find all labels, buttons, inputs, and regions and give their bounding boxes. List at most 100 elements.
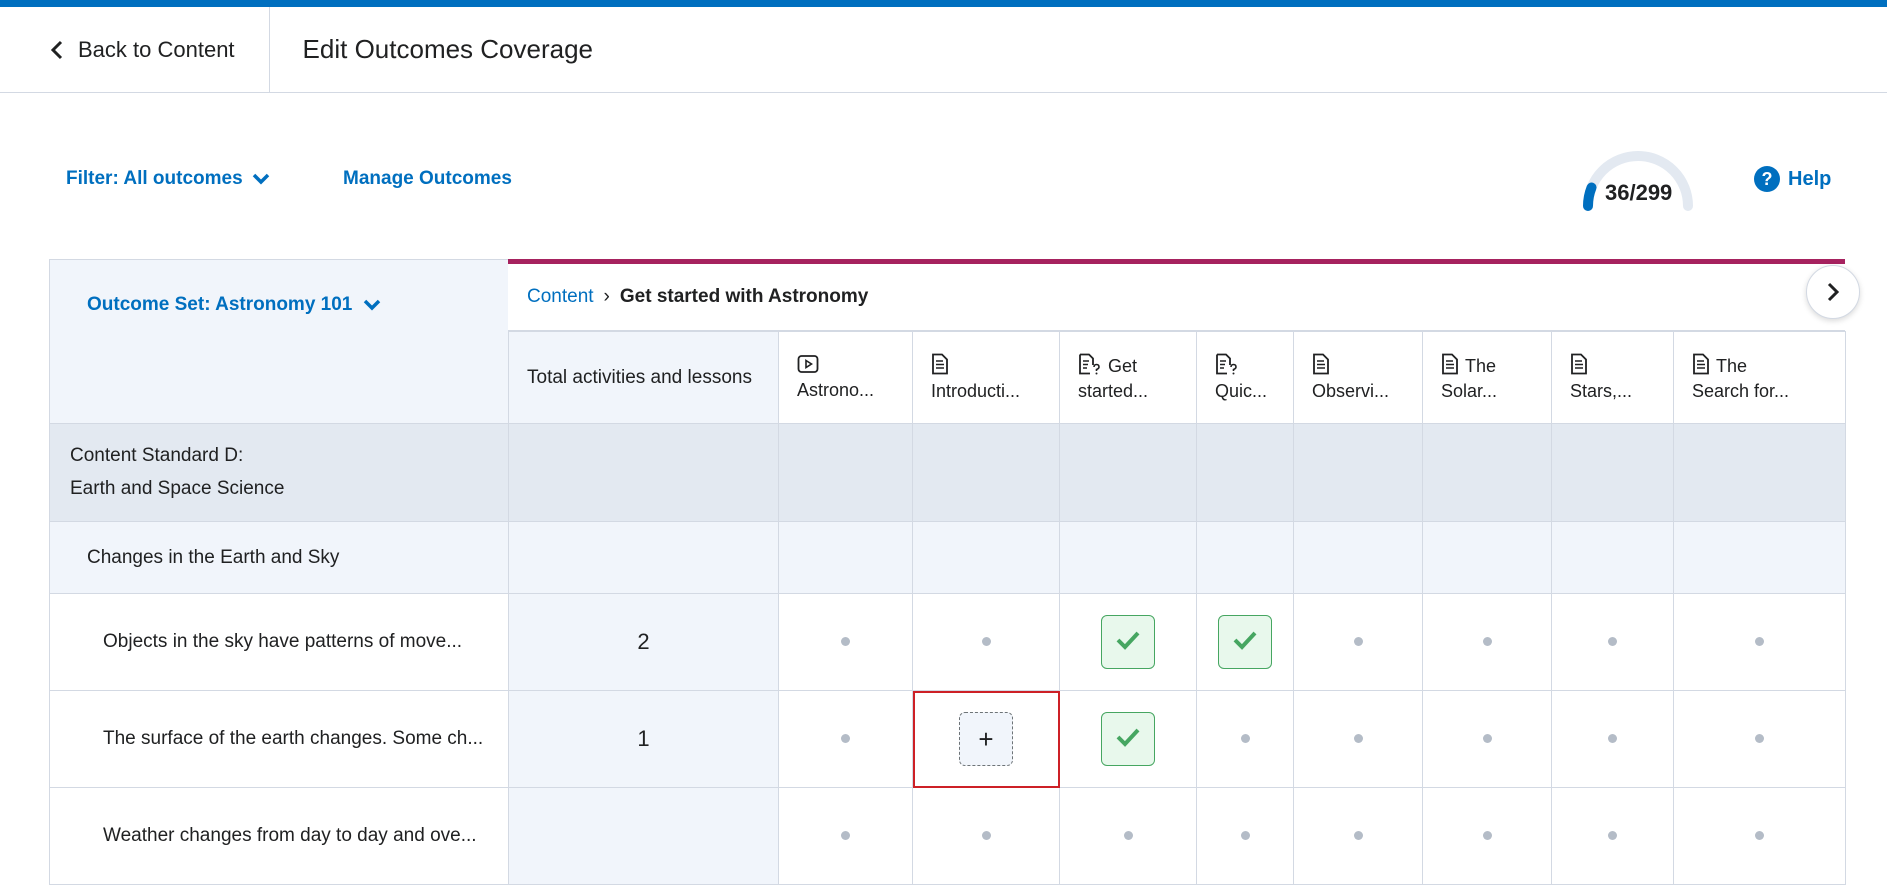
subgroup-cell bbox=[912, 521, 1060, 594]
activity-column-header[interactable]: The Solar... bbox=[1422, 331, 1552, 424]
add-alignment-button[interactable]: + bbox=[959, 712, 1013, 766]
breadcrumb-content-link[interactable]: Content bbox=[527, 286, 594, 308]
back-label: Back to Content bbox=[78, 36, 235, 62]
page-title: Edit Outcomes Coverage bbox=[302, 34, 594, 64]
activity-column-header[interactable]: The Search for... bbox=[1673, 331, 1846, 424]
empty-dot bbox=[1608, 734, 1617, 743]
coverage-cell[interactable] bbox=[1293, 690, 1423, 788]
plus-icon: + bbox=[978, 723, 994, 754]
activity-column-header[interactable]: Astrono... bbox=[778, 331, 913, 424]
activity-column-header[interactable]: Introducti... bbox=[912, 331, 1060, 424]
filter-dropdown[interactable]: Filter: All outcomes bbox=[66, 168, 271, 190]
empty-dot bbox=[1240, 734, 1250, 743]
coverage-cell[interactable] bbox=[1196, 593, 1294, 691]
aligned-check-button[interactable] bbox=[1218, 615, 1272, 669]
subgroup-cell bbox=[778, 521, 913, 594]
standard-group-line1: Content Standard D: bbox=[70, 445, 244, 467]
quiz-icon bbox=[1078, 353, 1102, 381]
outcome-set-dropdown[interactable]: Outcome Set: Astronomy 101 bbox=[87, 294, 382, 316]
activity-title-line2: Introducti... bbox=[931, 381, 1021, 401]
activity-title-line2: Observi... bbox=[1312, 381, 1390, 401]
checkmark-icon bbox=[1232, 630, 1258, 655]
checkmark-icon bbox=[1115, 630, 1141, 655]
total-activities-header: Total activities and lessons bbox=[508, 331, 779, 424]
standard-group-line2: Earth and Space Science bbox=[70, 477, 285, 499]
empty-dot bbox=[1755, 637, 1764, 646]
document-icon bbox=[1570, 353, 1588, 381]
help-link[interactable]: ? Help bbox=[1754, 166, 1831, 192]
empty-dot bbox=[981, 831, 991, 840]
empty-dot bbox=[1755, 831, 1764, 840]
coverage-cell[interactable] bbox=[778, 690, 913, 788]
coverage-cell[interactable] bbox=[1059, 593, 1197, 691]
activity-column-header[interactable]: Observi... bbox=[1293, 331, 1423, 424]
coverage-cell[interactable] bbox=[1059, 787, 1197, 885]
breadcrumb: Content › Get started with Astronomy bbox=[508, 264, 1845, 331]
subgroup-cell bbox=[508, 521, 779, 594]
outcome-label: Weather changes from day to day and ove.… bbox=[49, 787, 509, 885]
outcome-total: 1 bbox=[508, 690, 779, 788]
top-accent-bar bbox=[0, 0, 1887, 7]
coverage-cell[interactable] bbox=[912, 787, 1060, 885]
outcome-total: 2 bbox=[508, 593, 779, 691]
scroll-right-button[interactable] bbox=[1806, 265, 1860, 319]
empty-dot bbox=[1482, 734, 1492, 743]
coverage-cell[interactable] bbox=[1422, 593, 1552, 691]
coverage-cell[interactable] bbox=[1422, 787, 1552, 885]
coverage-count: 36/299 bbox=[1605, 180, 1673, 205]
outcome-row: Weather changes from day to day and ove.… bbox=[49, 787, 1846, 885]
empty-dot bbox=[981, 637, 991, 646]
empty-dot bbox=[1353, 637, 1363, 646]
coverage-cell[interactable] bbox=[778, 787, 913, 885]
subgroup-cell bbox=[1196, 521, 1294, 594]
group-cell bbox=[1422, 423, 1552, 522]
group-cell bbox=[778, 423, 913, 522]
empty-dot bbox=[1353, 734, 1363, 743]
page-header: Back to Content Edit Outcomes Coverage bbox=[0, 6, 1887, 93]
empty-dot bbox=[841, 637, 850, 646]
coverage-cell[interactable] bbox=[778, 593, 913, 691]
coverage-cell[interactable] bbox=[1551, 593, 1674, 691]
empty-dot bbox=[1755, 734, 1764, 743]
coverage-cell[interactable] bbox=[912, 593, 1060, 691]
standard-group-label: Content Standard D: Earth and Space Scien… bbox=[49, 423, 509, 522]
coverage-cell[interactable] bbox=[1422, 690, 1552, 788]
coverage-cell[interactable]: + bbox=[912, 690, 1060, 788]
activity-column-header[interactable]: Quic... bbox=[1196, 331, 1294, 424]
group-cell bbox=[912, 423, 1060, 522]
coverage-cell[interactable] bbox=[1673, 593, 1846, 691]
group-cell bbox=[508, 423, 779, 522]
back-to-content-link[interactable]: Back to Content bbox=[0, 6, 270, 93]
chevron-down-icon bbox=[252, 173, 269, 185]
coverage-cell[interactable] bbox=[1059, 690, 1197, 788]
activity-title-line2: Quic... bbox=[1215, 381, 1268, 401]
outcomes-grid: Total activities and lessons Astrono... In… bbox=[49, 331, 1846, 885]
activity-column-header[interactable]: Stars,... bbox=[1551, 331, 1674, 424]
subgroup-cell bbox=[1551, 521, 1674, 594]
coverage-cell[interactable] bbox=[1673, 690, 1846, 788]
subgroup-cell bbox=[1293, 521, 1423, 594]
coverage-cell[interactable] bbox=[1293, 787, 1423, 885]
empty-dot bbox=[1482, 637, 1492, 646]
coverage-cell[interactable] bbox=[1293, 593, 1423, 691]
outcome-header-spacer bbox=[49, 331, 509, 424]
document-icon bbox=[1312, 353, 1330, 381]
document-icon bbox=[931, 353, 949, 381]
help-label: Help bbox=[1788, 167, 1832, 190]
quiz-icon bbox=[1215, 353, 1239, 381]
help-icon: ? bbox=[1754, 166, 1780, 192]
document-icon bbox=[1441, 353, 1459, 381]
aligned-check-button[interactable] bbox=[1101, 712, 1155, 766]
activity-title-line1: The bbox=[1465, 355, 1497, 376]
coverage-cell[interactable] bbox=[1673, 787, 1846, 885]
coverage-cell[interactable] bbox=[1196, 787, 1294, 885]
coverage-cell[interactable] bbox=[1196, 690, 1294, 788]
aligned-check-button[interactable] bbox=[1101, 615, 1155, 669]
coverage-cell[interactable] bbox=[1551, 787, 1674, 885]
group-cell bbox=[1551, 423, 1674, 522]
coverage-cell[interactable] bbox=[1551, 690, 1674, 788]
manage-outcomes-link[interactable]: Manage Outcomes bbox=[343, 168, 512, 190]
activity-title-line2: Stars,... bbox=[1570, 381, 1633, 401]
breadcrumb-separator: › bbox=[603, 286, 610, 307]
activity-column-header[interactable]: Get started... bbox=[1059, 331, 1197, 424]
